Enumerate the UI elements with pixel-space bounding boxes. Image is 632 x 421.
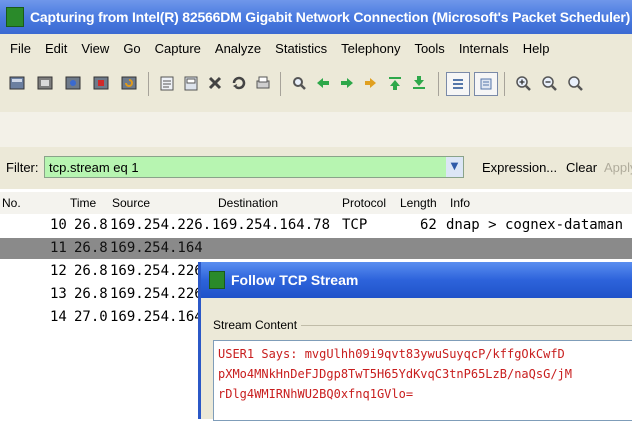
column-header-protocol[interactable]: Protocol: [342, 196, 386, 210]
table-row[interactable]: 10 26.8 169.254.226. 169.254.164.78 TCP …: [0, 215, 632, 236]
cell-source: 169.254.164: [110, 309, 203, 325]
column-header-no[interactable]: No.: [2, 196, 21, 210]
interface-list-icon[interactable]: [6, 72, 28, 94]
stream-line: USER1 Says: mvgUlhh09i9qvt83ywuSuyqcP/kf…: [218, 347, 565, 361]
menu-edit[interactable]: Edit: [45, 41, 67, 56]
group-box-border: [271, 325, 632, 326]
go-last-icon[interactable]: [408, 72, 430, 94]
cell-source: 169.254.164: [110, 240, 203, 256]
menu-capture[interactable]: Capture: [155, 41, 201, 56]
capture-options-icon[interactable]: [34, 72, 56, 94]
expression-button[interactable]: Expression...: [482, 160, 557, 175]
go-to-packet-icon[interactable]: [360, 72, 382, 94]
cell-protocol: TCP: [342, 217, 368, 233]
display-filter-input[interactable]: tcp.stream eq 1: [44, 156, 464, 178]
auto-scroll-icon[interactable]: [474, 72, 498, 96]
menu-file[interactable]: File: [10, 41, 31, 56]
menu-help[interactable]: Help: [523, 41, 550, 56]
cell-source: 169.254.226: [110, 286, 203, 302]
stream-line: rDlg4WMIRNhWU2BQ0xfnq1GVlo=: [218, 387, 414, 401]
table-row[interactable]: 11 26.8 169.254.164: [0, 238, 632, 259]
restart-capture-icon[interactable]: [118, 72, 140, 94]
column-header-info[interactable]: Info: [450, 196, 470, 210]
menu-view[interactable]: View: [81, 41, 109, 56]
go-back-icon[interactable]: [312, 72, 334, 94]
start-capture-icon[interactable]: [62, 72, 84, 94]
wireshark-app-icon: [6, 7, 24, 27]
save-file-icon[interactable]: [180, 72, 202, 94]
toolbar-separator: [438, 72, 439, 96]
cell-time: 26.8: [74, 263, 108, 279]
zoom-normal-icon[interactable]: [564, 72, 586, 94]
reload-icon[interactable]: [228, 72, 250, 94]
menu-analyze[interactable]: Analyze: [215, 41, 261, 56]
apply-button[interactable]: Apply: [604, 160, 632, 175]
filter-label: Filter:: [6, 160, 39, 175]
cell-no: 10: [50, 217, 67, 233]
stream-line: pXMo4MNkHnDeFJDgp8TwT5H65YdKvqC3tnP65LzB…: [218, 367, 573, 381]
zoom-out-icon[interactable]: [538, 72, 560, 94]
filter-dropdown-icon[interactable]: ▼: [446, 157, 463, 177]
cell-time: 26.8: [74, 240, 108, 256]
stream-content-label: Stream Content: [213, 318, 302, 332]
dialog-title: Follow TCP Stream: [231, 272, 359, 288]
menu-bar: File Edit View Go Capture Analyze Statis…: [0, 34, 632, 62]
clear-button[interactable]: Clear: [566, 160, 597, 175]
cell-source: 169.254.226: [110, 263, 203, 279]
wireshark-dialog-icon: [209, 271, 225, 289]
menu-tools[interactable]: Tools: [414, 41, 444, 56]
cell-no: 13: [50, 286, 67, 302]
cell-length: 62: [420, 217, 437, 233]
cell-no: 14: [50, 309, 67, 325]
column-header-length[interactable]: Length: [400, 196, 437, 210]
cell-no: 11: [50, 240, 67, 256]
follow-tcp-stream-dialog: Follow TCP Stream Stream Content USER1 S…: [198, 262, 632, 421]
menu-internals[interactable]: Internals: [459, 41, 509, 56]
cell-no: 12: [50, 263, 67, 279]
cell-info: dnap > cognex-dataman: [446, 217, 624, 233]
dialog-title-bar[interactable]: Follow TCP Stream: [201, 262, 632, 298]
colorize-icon[interactable]: [446, 72, 470, 96]
cell-time: 26.8: [74, 217, 108, 233]
packet-list-header: No. Time Source Destination Protocol Len…: [0, 192, 632, 214]
stop-capture-icon[interactable]: [90, 72, 112, 94]
column-header-time[interactable]: Time: [70, 196, 96, 210]
cell-destination: 169.254.164.78: [212, 217, 331, 233]
cell-source: 169.254.226.: [110, 217, 212, 233]
window-title: Capturing from Intel(R) 82566DM Gigabit …: [30, 9, 631, 25]
cell-time: 26.8: [74, 286, 108, 302]
toolbar-spacer: [0, 112, 632, 147]
stream-content-textarea[interactable]: USER1 Says: mvgUlhh09i9qvt83ywuSuyqcP/kf…: [213, 340, 632, 421]
go-forward-icon[interactable]: [336, 72, 358, 94]
menu-telephony[interactable]: Telephony: [341, 41, 400, 56]
menu-statistics[interactable]: Statistics: [275, 41, 327, 56]
column-header-destination[interactable]: Destination: [218, 196, 278, 210]
column-header-source[interactable]: Source: [112, 196, 150, 210]
menu-go[interactable]: Go: [123, 41, 140, 56]
cell-time: 27.0: [74, 309, 108, 325]
zoom-in-icon[interactable]: [512, 72, 534, 94]
filter-toolbar: Filter: tcp.stream eq 1 ▼ Expression... …: [0, 147, 632, 189]
go-first-icon[interactable]: [384, 72, 406, 94]
toolbar-separator: [148, 72, 149, 96]
window-title-bar[interactable]: Capturing from Intel(R) 82566DM Gigabit …: [0, 0, 632, 34]
print-icon[interactable]: [252, 72, 274, 94]
find-packet-icon[interactable]: [288, 72, 310, 94]
open-file-icon[interactable]: [156, 72, 178, 94]
toolbar-separator: [280, 72, 281, 96]
main-toolbar: [0, 62, 632, 113]
toolbar-separator: [504, 72, 505, 96]
close-file-icon[interactable]: [204, 72, 226, 94]
